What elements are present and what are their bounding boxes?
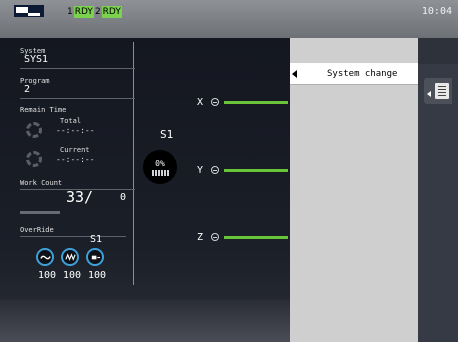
total-time-value: --:--:-- [56, 126, 95, 135]
spindle-load-bar [151, 169, 169, 176]
axis-load-icon [211, 233, 219, 241]
side-menu: System change [290, 38, 418, 342]
menu-item-system-change[interactable]: System change [290, 63, 418, 85]
feed-override-icon[interactable] [86, 248, 104, 266]
axis-row-y: Y [197, 164, 288, 176]
remain-time-label: Remain Time [20, 106, 67, 114]
current-time-ring-icon [26, 151, 42, 167]
feed-override-value: 100 [88, 270, 107, 281]
rdy1-badge: RDY [73, 6, 94, 18]
left-arrow-icon [292, 69, 297, 78]
divider [20, 98, 135, 99]
total-label: Total [60, 117, 82, 125]
list-icon [435, 83, 449, 99]
ready-status: 1 RDY 2 RDY [66, 6, 122, 18]
system-value: SYS1 [24, 54, 49, 65]
right-strip [418, 38, 458, 342]
status-bar: 1 RDY 2 RDY 10:04 [0, 0, 458, 38]
rapid-override-icon[interactable] [36, 248, 54, 266]
axis-name: Z [197, 231, 204, 243]
axis-load-bar [224, 168, 288, 172]
axis-name: X [197, 96, 204, 108]
axis-name: Y [197, 164, 204, 176]
spindle-override-icon[interactable] [61, 248, 79, 266]
rapid-override-value: 100 [38, 270, 57, 281]
spindle-percent: 0% [155, 158, 165, 168]
axis-load-icon [211, 166, 219, 174]
program-value: 2 [24, 84, 31, 95]
monitor-icon[interactable] [13, 4, 45, 18]
rdy2-badge: RDY [101, 6, 122, 18]
work-count-bar [20, 211, 60, 214]
axis-load-icon [211, 98, 219, 106]
axis-load-bar [224, 100, 288, 104]
work-count-target: 0 [120, 192, 127, 203]
override-label: OverRide [20, 226, 54, 234]
collapse-arrow-icon [427, 91, 431, 97]
spindle-label: S1 [160, 128, 174, 141]
work-count-value: 33/ [66, 188, 94, 206]
rdy1-number: 1 [67, 7, 73, 17]
current-label: Current [60, 146, 90, 154]
work-count-label: Work Count [20, 179, 63, 187]
clock: 10:04 [421, 6, 452, 17]
total-time-ring-icon [26, 122, 42, 138]
current-time-value: --:--:-- [56, 155, 95, 164]
spindle-load-icon: 0% [143, 150, 177, 184]
axis-load-bar [224, 235, 288, 239]
rdy2-number: 2 [94, 7, 101, 17]
right-strip-header [418, 38, 458, 64]
menu-item-label: System change [327, 68, 398, 79]
axis-row-z: Z [197, 231, 288, 243]
axis-row-x: X [197, 96, 288, 108]
divider [20, 68, 135, 69]
override-system: S1 [90, 234, 103, 245]
spindle-override-value: 100 [63, 270, 82, 281]
divider [20, 236, 126, 237]
